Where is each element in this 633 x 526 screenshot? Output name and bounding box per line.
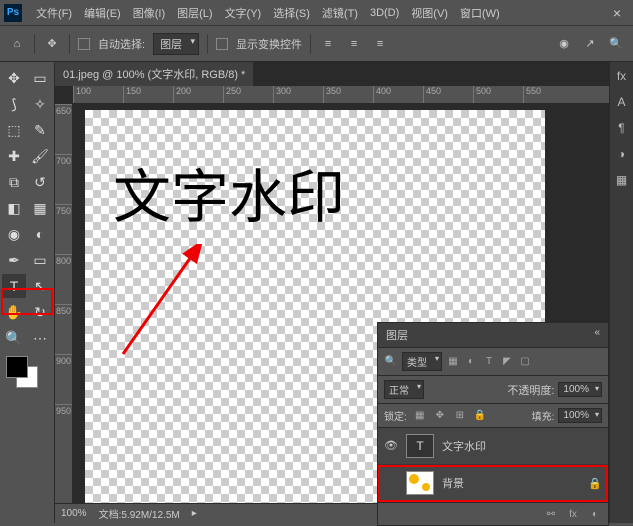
color-swatches[interactable] bbox=[2, 356, 42, 392]
collapse-icon[interactable]: « bbox=[594, 327, 600, 343]
filter-smart-icon[interactable]: ▢ bbox=[518, 355, 532, 369]
layer-name[interactable]: 文字水印 bbox=[442, 438, 602, 454]
move-tool[interactable]: ✥ bbox=[2, 66, 26, 90]
photoshop-logo: Ps bbox=[4, 4, 22, 22]
lock-icon[interactable]: 🔒 bbox=[588, 477, 602, 490]
visibility-icon[interactable]: 👁 bbox=[384, 439, 398, 453]
swatches-icon[interactable]: ▦ bbox=[614, 172, 630, 188]
pen-tool[interactable]: ✒ bbox=[2, 248, 26, 272]
shape-tool[interactable]: ▭ bbox=[28, 248, 52, 272]
quick-select-tool[interactable]: ✧ bbox=[28, 92, 52, 116]
crop-tool[interactable]: ⬚ bbox=[2, 118, 26, 142]
options-bar: ⌂ ✥ 自动选择: 图层 显示变换控件 ≡ ≡ ≡ ◉ ↗ 🔍 bbox=[0, 26, 633, 62]
type-tool-highlight bbox=[1, 288, 53, 315]
filter-search-icon[interactable]: 🔍 bbox=[384, 355, 398, 369]
auto-select-label: 自动选择: bbox=[98, 36, 145, 52]
menubar: Ps 文件(F) 编辑(E) 图像(I) 图层(L) 文字(Y) 选择(S) 滤… bbox=[0, 0, 633, 26]
ruler-vertical: 650 700 750 800 850 900 950 bbox=[55, 104, 73, 503]
eyedropper-tool[interactable]: ✎ bbox=[28, 118, 52, 142]
search-icon[interactable]: 🔍 bbox=[607, 35, 625, 53]
lock-position-icon[interactable]: ✥ bbox=[433, 409, 447, 423]
gradient-tool[interactable]: ▦ bbox=[28, 196, 52, 220]
zoom-tool[interactable]: 🔍 bbox=[2, 326, 26, 350]
zoom-level[interactable]: 100% bbox=[61, 508, 87, 519]
menu-3d[interactable]: 3D(D) bbox=[364, 7, 405, 19]
layers-panel-footer: ⚯ fx ◐ bbox=[378, 502, 608, 525]
marquee-tool[interactable]: ▭ bbox=[28, 66, 52, 90]
layer-row-text[interactable]: 👁 T 文字水印 bbox=[378, 428, 608, 465]
filter-type-icon[interactable]: T bbox=[482, 355, 496, 369]
layers-panel-title[interactable]: 图层 bbox=[386, 327, 408, 343]
canvas-text-layer: 文字水印 bbox=[113, 150, 345, 234]
document-tab[interactable]: 01.jpeg @ 100% (文字水印, RGB/8) * bbox=[55, 62, 253, 86]
move-tool-icon[interactable]: ✥ bbox=[43, 35, 61, 53]
lock-artboard-icon[interactable]: ⊞ bbox=[453, 409, 467, 423]
healing-tool[interactable]: ✚ bbox=[2, 144, 26, 168]
layer-mask-icon[interactable]: ◐ bbox=[588, 507, 602, 521]
align-icon-2[interactable]: ≡ bbox=[345, 35, 363, 53]
layer-list: 👁 T 文字水印 背景 🔒 bbox=[378, 428, 608, 502]
lock-label: 锁定: bbox=[384, 408, 407, 423]
character-icon[interactable]: A bbox=[614, 94, 630, 110]
lock-all-icon[interactable]: 🔒 bbox=[473, 409, 487, 423]
brush-tool[interactable]: 🖌 bbox=[28, 144, 52, 168]
clone-tool[interactable]: ⧉ bbox=[2, 170, 26, 194]
layer-name[interactable]: 背景 bbox=[442, 475, 580, 491]
color-icon[interactable]: ◑ bbox=[614, 146, 630, 162]
right-dock: fx A ¶ ◑ ▦ bbox=[609, 62, 633, 523]
menu-file[interactable]: 文件(F) bbox=[30, 5, 78, 21]
layer-fx-icon[interactable]: fx bbox=[566, 507, 580, 521]
lasso-tool[interactable]: ⟆ bbox=[2, 92, 26, 116]
fill-label: 填充: bbox=[532, 408, 555, 423]
show-transform-checkbox[interactable] bbox=[216, 38, 228, 50]
layers-panel: 图层 « 🔍 类型 ▦ ◐ T ◤ ▢ 正常 不透明度: 100% 锁定: ▦ … bbox=[377, 322, 609, 526]
auto-select-dropdown[interactable]: 图层 bbox=[153, 33, 199, 55]
chevron-right-icon[interactable]: ▸ bbox=[192, 508, 197, 519]
filter-adjust-icon[interactable]: ◐ bbox=[464, 355, 478, 369]
lock-pixels-icon[interactable]: ▦ bbox=[413, 409, 427, 423]
layer-row-background[interactable]: 背景 🔒 bbox=[378, 465, 608, 502]
menu-layer[interactable]: 图层(L) bbox=[171, 5, 218, 21]
filter-type-dropdown[interactable]: 类型 bbox=[402, 352, 442, 371]
paragraph-icon[interactable]: ¶ bbox=[614, 120, 630, 136]
menu-view[interactable]: 视图(V) bbox=[405, 5, 454, 21]
menu-filter[interactable]: 滤镜(T) bbox=[316, 5, 364, 21]
home-icon[interactable]: ⌂ bbox=[8, 35, 26, 53]
align-icon[interactable]: ≡ bbox=[319, 35, 337, 53]
filter-pixel-icon[interactable]: ▦ bbox=[446, 355, 460, 369]
dodge-tool[interactable]: ◐ bbox=[28, 222, 52, 246]
ruler-horizontal: 100 150 200 250 300 350 400 450 500 550 bbox=[73, 86, 609, 104]
opacity-input[interactable]: 100% bbox=[558, 382, 602, 397]
layer-thumbnail-text: T bbox=[406, 434, 434, 458]
edit-toolbar[interactable]: ⋯ bbox=[28, 326, 52, 350]
align-icon-3[interactable]: ≡ bbox=[371, 35, 389, 53]
layer-thumbnail-image bbox=[406, 471, 434, 495]
show-transform-label: 显示变换控件 bbox=[236, 36, 302, 52]
fill-input[interactable]: 100% bbox=[558, 408, 602, 423]
foreground-swatch[interactable] bbox=[6, 356, 28, 378]
history-brush-tool[interactable]: ↺ bbox=[28, 170, 52, 194]
visibility-icon[interactable] bbox=[384, 476, 398, 490]
menu-edit[interactable]: 编辑(E) bbox=[78, 5, 127, 21]
menu-type[interactable]: 文字(Y) bbox=[219, 5, 268, 21]
auto-select-checkbox[interactable] bbox=[78, 38, 90, 50]
filter-shape-icon[interactable]: ◤ bbox=[500, 355, 514, 369]
menu-select[interactable]: 选择(S) bbox=[267, 5, 316, 21]
share-icon[interactable]: ↗ bbox=[581, 35, 599, 53]
close-icon[interactable]: × bbox=[605, 5, 629, 21]
effects-icon[interactable]: fx bbox=[614, 68, 630, 84]
opacity-label: 不透明度: bbox=[507, 382, 554, 398]
link-layers-icon[interactable]: ⚯ bbox=[544, 507, 558, 521]
blur-tool[interactable]: ◉ bbox=[2, 222, 26, 246]
doc-info: 文档:5.92M/12.5M bbox=[99, 506, 180, 521]
blend-mode-dropdown[interactable]: 正常 bbox=[384, 380, 424, 399]
eraser-tool[interactable]: ◧ bbox=[2, 196, 26, 220]
menu-window[interactable]: 窗口(W) bbox=[454, 5, 506, 21]
toolbox: ✥ ▭ ⟆ ✧ ⬚ ✎ ✚ 🖌 ⧉ ↺ ◧ ▦ ◉ ◐ ✒ ▭ T ↖ ✋ ↻ … bbox=[0, 62, 55, 523]
menu-image[interactable]: 图像(I) bbox=[127, 5, 171, 21]
3d-mode-icon[interactable]: ◉ bbox=[555, 35, 573, 53]
